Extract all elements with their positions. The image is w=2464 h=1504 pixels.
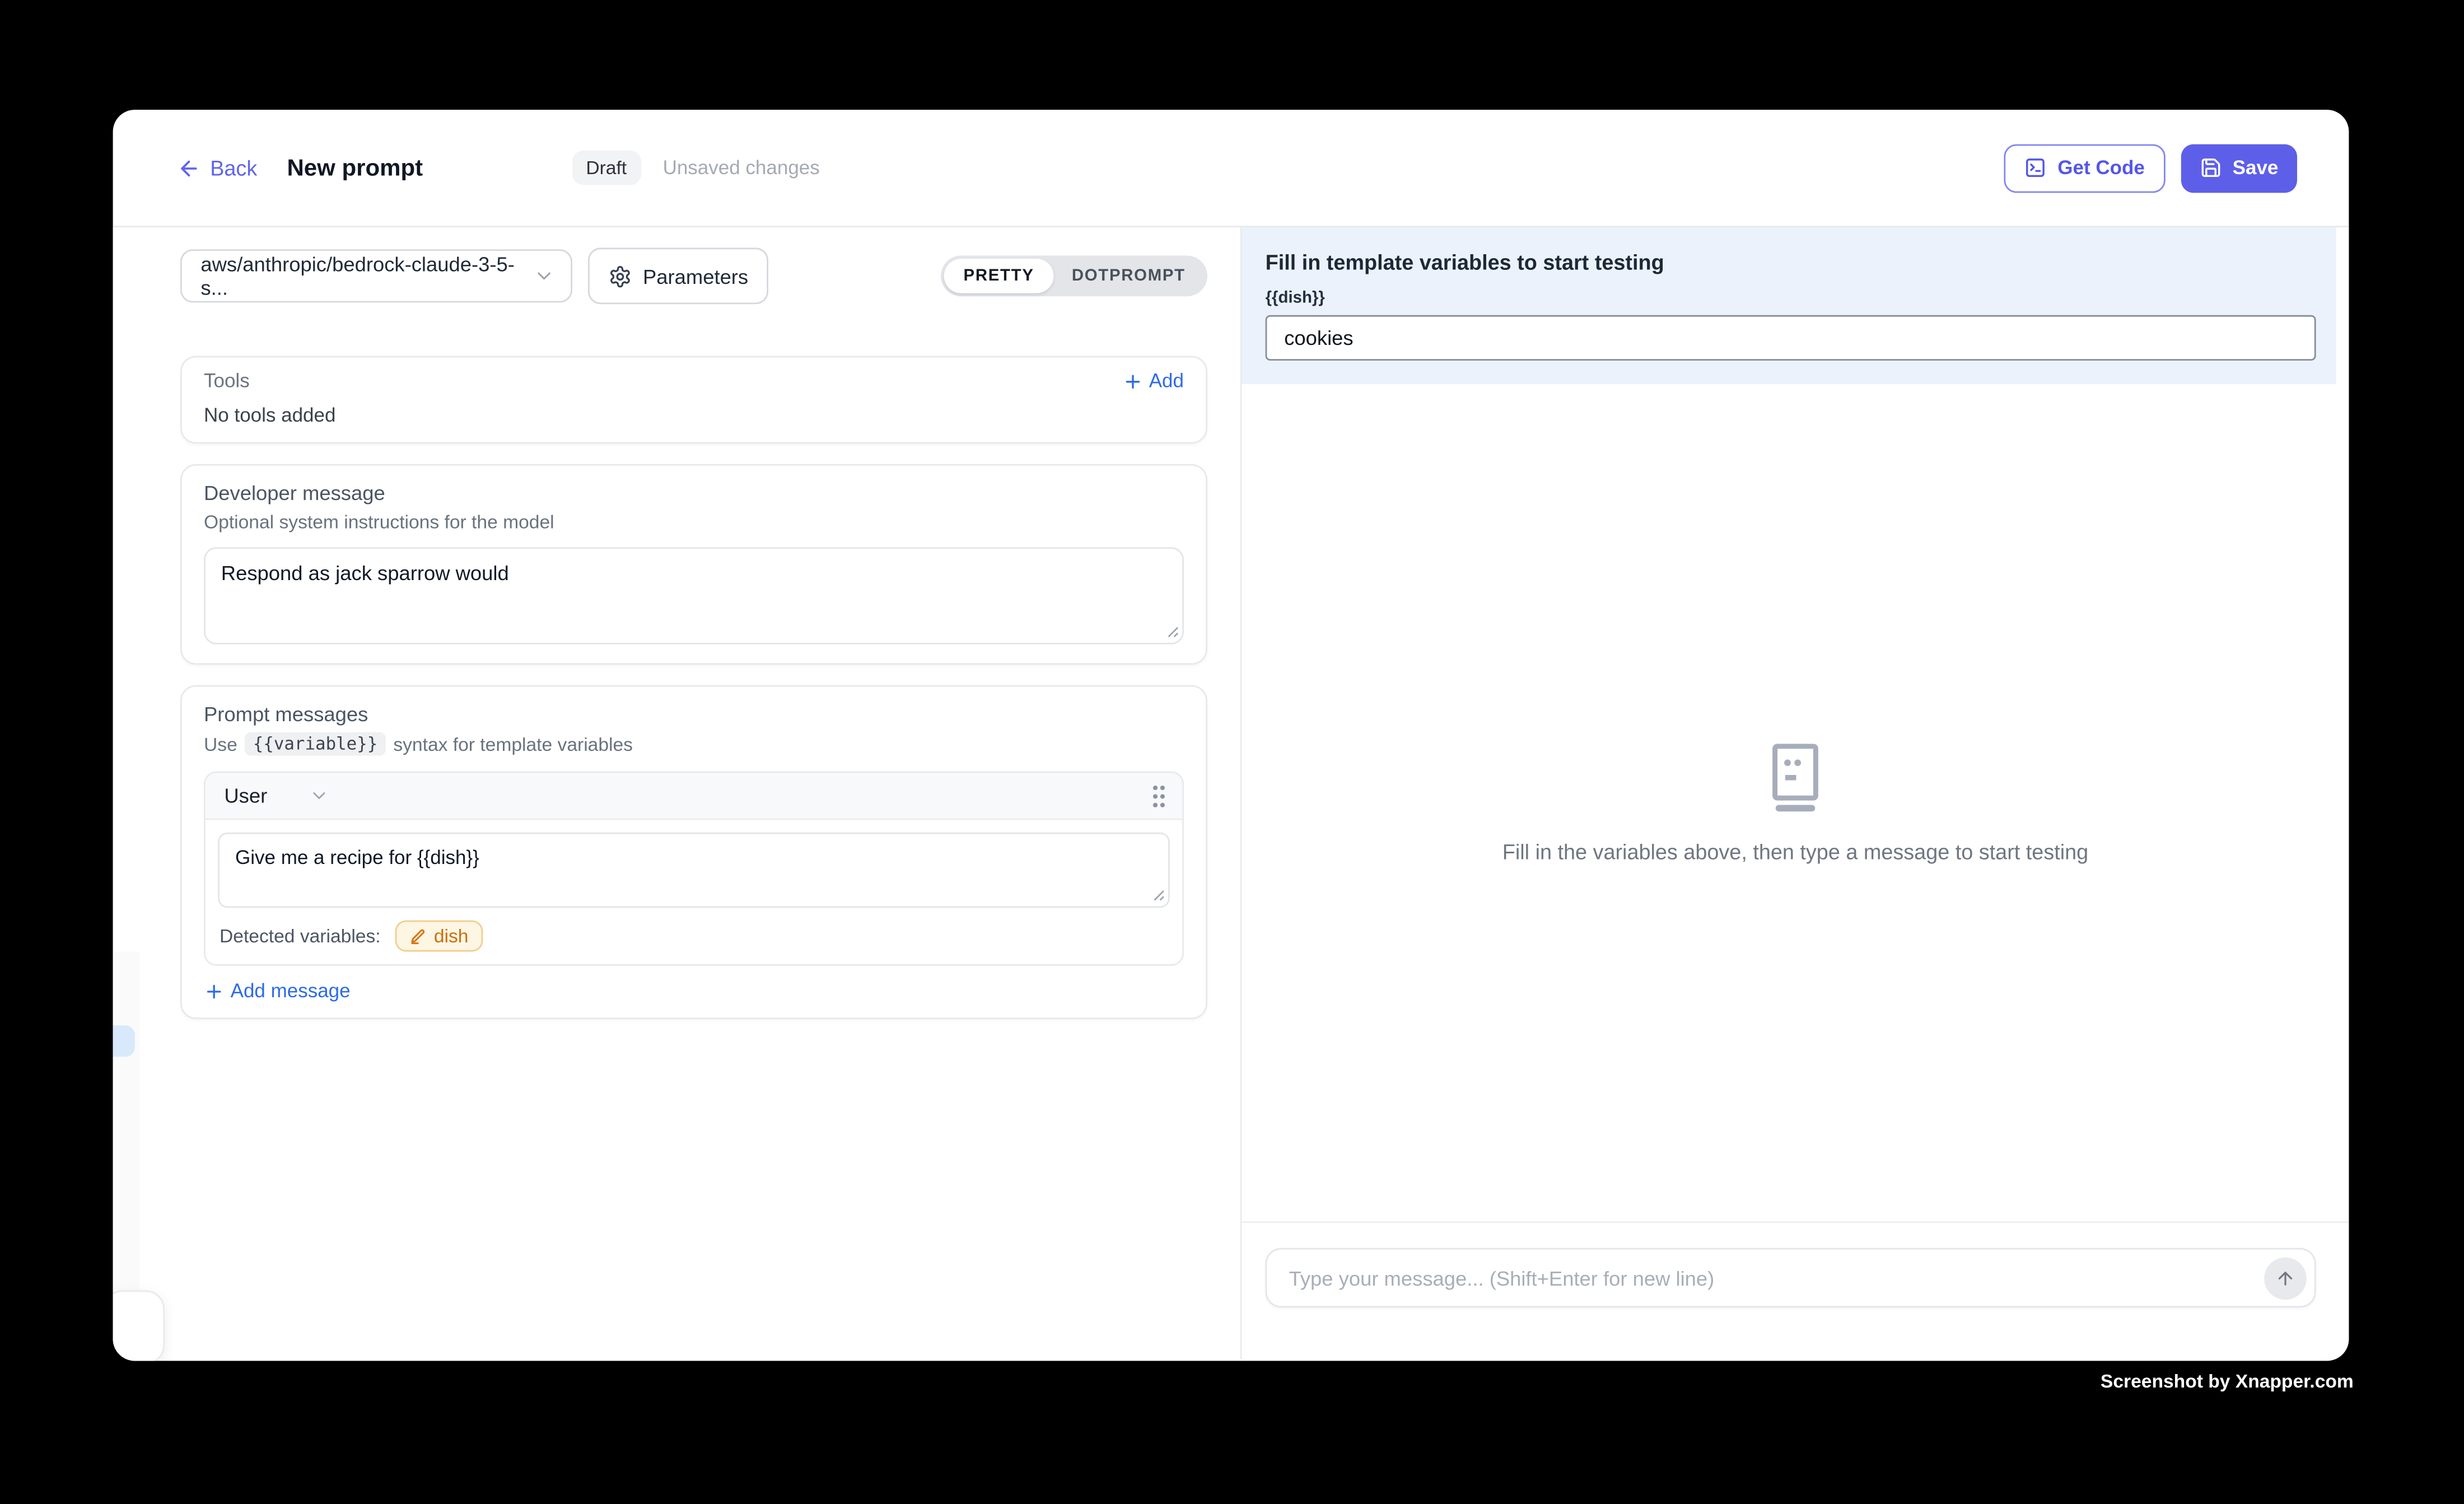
test-panel: Fill in template variables to start test… — [1242, 227, 2349, 1360]
resize-corner-icon[interactable] — [1151, 888, 1165, 902]
chat-message-input[interactable] — [1286, 1264, 2264, 1291]
plus-icon — [204, 980, 224, 1001]
model-toolbar: aws/anthropic/bedrock-claude-3-5-s... Pa… — [180, 247, 1207, 304]
message-header: User — [206, 773, 1182, 820]
back-label: Back — [210, 156, 257, 180]
left-edge-selection — [113, 1025, 135, 1057]
back-button[interactable]: Back — [177, 156, 257, 180]
developer-message-card: Developer message Optional system instru… — [180, 464, 1207, 665]
arrow-up-icon — [2275, 1268, 2295, 1288]
gear-icon — [608, 264, 632, 288]
robot-face-icon — [1764, 741, 1827, 814]
grip-dots-icon[interactable] — [1151, 783, 1166, 809]
detected-variables-row: Detected variables: dish — [218, 921, 1170, 952]
detected-variables-label: Detected variables: — [220, 925, 381, 947]
prompt-messages-hint: Use {{variable}} syntax for template var… — [204, 732, 1184, 756]
message-content-input[interactable]: Give me a recipe for {{dish}} — [218, 833, 1170, 908]
model-select-value: aws/anthropic/bedrock-claude-3-5-s... — [200, 253, 533, 300]
message-role-select[interactable]: User — [224, 784, 267, 807]
left-edge-strip — [113, 952, 140, 1291]
floppy-disk-icon — [2200, 157, 2222, 179]
variable-dish-input[interactable] — [1266, 315, 2316, 361]
tools-empty-text: No tools added — [204, 404, 1184, 426]
get-code-button[interactable]: Get Code — [2004, 143, 2165, 192]
terminal-square-icon — [2024, 157, 2046, 179]
developer-message-title: Developer message — [204, 482, 1184, 505]
unsaved-changes-label: Unsaved changes — [663, 157, 820, 179]
add-tool-label: Add — [1149, 370, 1184, 392]
left-edge-card — [113, 1290, 165, 1361]
header-bar: Back New prompt Draft Unsaved changes Ge… — [113, 110, 2349, 227]
screenshot-stage: Back New prompt Draft Unsaved changes Ge… — [0, 0, 2463, 1503]
empty-state-text: Fill in the variables above, then type a… — [1502, 840, 2088, 864]
toggle-pretty[interactable]: PRETTY — [945, 259, 1053, 293]
variable-badge-dish[interactable]: dish — [395, 921, 483, 952]
developer-message-input[interactable]: Respond as jack sparrow would — [204, 547, 1184, 644]
add-tool-button[interactable]: Add — [1122, 370, 1184, 392]
model-select[interactable]: aws/anthropic/bedrock-claude-3-5-s... — [180, 249, 572, 302]
pencil-icon — [409, 927, 426, 945]
get-code-label: Get Code — [2057, 157, 2145, 179]
hint-suffix: syntax for template variables — [393, 733, 633, 755]
add-message-button[interactable]: Add message — [204, 980, 1184, 1002]
arrow-left-icon — [177, 156, 200, 180]
parameters-button[interactable]: Parameters — [588, 247, 769, 304]
add-message-label: Add message — [231, 980, 351, 1002]
format-toggle: PRETTY DOTPROMPT — [941, 255, 1207, 296]
template-variables-section: Fill in template variables to start test… — [1242, 227, 2336, 384]
page-title: New prompt — [287, 155, 423, 181]
chevron-down-icon — [533, 265, 555, 287]
composer-area — [1242, 1221, 2349, 1359]
prompt-editor-panel: aws/anthropic/bedrock-claude-3-5-s... Pa… — [113, 227, 1242, 1360]
add-message-row: Add message — [204, 980, 1184, 1002]
hint-prefix: Use — [204, 733, 237, 755]
send-button[interactable] — [2264, 1257, 2307, 1299]
status-badge: Draft — [572, 151, 641, 185]
save-label: Save — [2233, 157, 2279, 179]
tools-card: Tools Add No tools added — [180, 356, 1207, 444]
composer-box — [1266, 1248, 2316, 1307]
app-window: Back New prompt Draft Unsaved changes Ge… — [113, 110, 2349, 1361]
resize-corner-icon[interactable] — [1165, 624, 1179, 638]
variable-syntax-chip: {{variable}} — [245, 732, 386, 756]
watermark-text: Screenshot by Xnapper.com — [2101, 1370, 2354, 1392]
prompt-messages-card: Prompt messages Use {{variable}} syntax … — [180, 685, 1207, 1019]
plus-icon — [1122, 371, 1142, 391]
tools-title: Tools — [204, 370, 250, 392]
main-area: aws/anthropic/bedrock-claude-3-5-s... Pa… — [113, 227, 2349, 1360]
save-button[interactable]: Save — [2181, 143, 2297, 192]
chat-empty-area: Fill in the variables above, then type a… — [1242, 384, 2349, 1221]
message-block: User Give me a recipe for {{dish}} — [204, 772, 1184, 966]
prompt-messages-title: Prompt messages — [204, 702, 1184, 726]
chevron-down-icon[interactable] — [310, 786, 330, 806]
variables-heading: Fill in template variables to start test… — [1266, 251, 2316, 274]
variable-badge-label: dish — [434, 925, 469, 947]
toggle-dotprompt[interactable]: DOTPROMPT — [1053, 259, 1204, 293]
variable-dish-label: {{dish}} — [1266, 288, 2316, 307]
parameters-label: Parameters — [643, 264, 748, 288]
developer-message-subtitle: Optional system instructions for the mod… — [204, 511, 1184, 533]
